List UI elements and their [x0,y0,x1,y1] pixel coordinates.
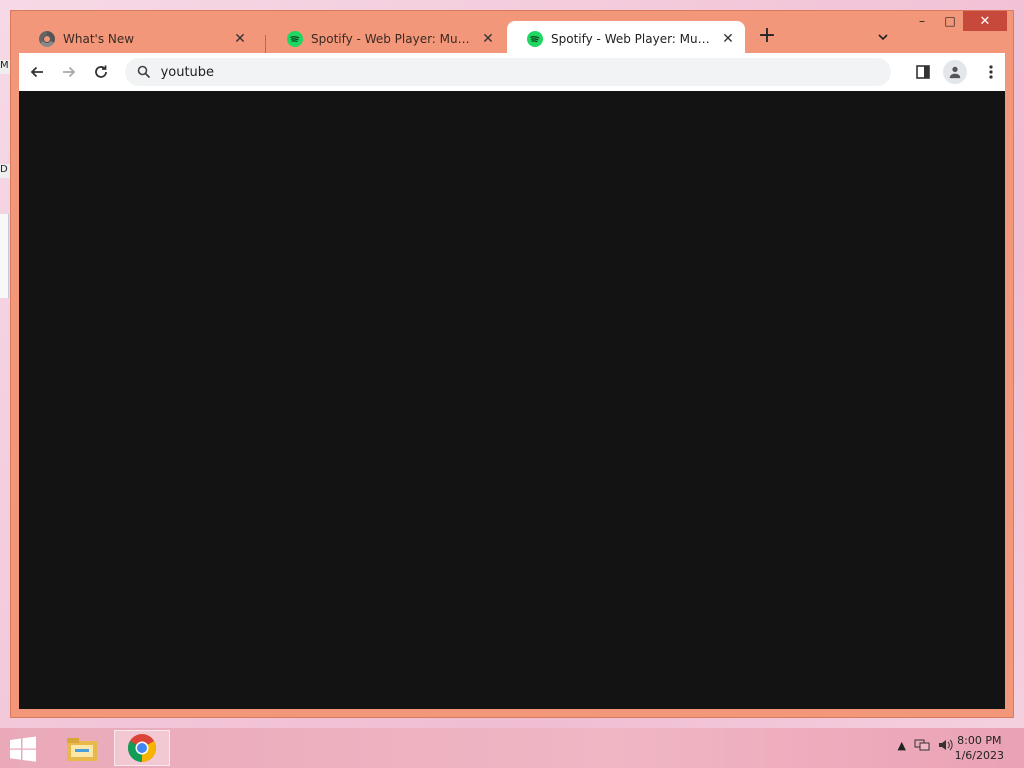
kebab-menu-icon [989,65,993,79]
system-tray: ▲ [898,738,954,752]
tab-title: Spotify - Web Player: Music for e [551,32,713,46]
new-tab-button[interactable]: + [755,25,779,49]
clock-time: 8:00 PM [957,734,1002,747]
tab-close-icon[interactable]: ✕ [479,30,497,48]
tab-title: What's New [63,32,135,46]
clock-date: 1/6/2023 [954,749,1004,762]
search-icon [137,65,150,79]
spotify-icon [287,31,303,47]
address-bar[interactable]: youtube [124,58,891,86]
volume-icon[interactable] [938,738,954,752]
profile-avatar-icon [949,66,961,79]
windows-logo-icon [10,736,36,762]
side-panel-icon [916,65,930,79]
minimize-button[interactable]: – [909,11,935,31]
browser-toolbar: youtube [19,53,1005,91]
tab-close-icon[interactable]: ✕ [231,30,249,48]
reload-icon [94,65,107,78]
tab-spotify-1[interactable]: Spotify - Web Player: Music for e ✕ [267,21,505,57]
side-panel-button[interactable] [909,58,937,86]
close-window-button[interactable]: ✕ [963,11,1007,31]
tab-close-icon[interactable]: ✕ [719,30,737,48]
file-explorer-icon [67,738,97,761]
chrome-icon [39,31,55,47]
taskbar-file-explorer[interactable] [54,730,110,766]
tab-title: Spotify - Web Player: Music for e [311,32,473,46]
tab-search-chevron-icon[interactable] [875,29,891,45]
taskbar-chrome[interactable] [114,730,170,766]
menu-button[interactable] [977,58,1005,86]
system-clock[interactable]: 8:00 PM 1/6/2023 [955,733,1004,763]
page-content-viewport[interactable] [19,91,1005,709]
forward-button[interactable] [55,58,83,86]
browser-window: What's New ✕ Spotify - Web Player: Music… [10,10,1014,718]
back-arrow-icon [30,66,43,78]
tab-whats-new[interactable]: What's New ✕ [19,21,257,57]
tab-spotify-2-active[interactable]: Spotify - Web Player: Music for e ✕ [507,21,745,57]
background-window-edge [0,214,9,298]
address-bar-text: youtube [160,64,215,80]
tray-expand-icon[interactable]: ▲ [898,739,906,752]
taskbar: ▲ 8:00 PM 1/6/2023 [0,728,1024,768]
forward-arrow-icon [62,66,76,78]
profile-button[interactable] [942,60,967,84]
start-button[interactable] [8,736,38,762]
network-icon[interactable] [914,738,930,752]
maximize-button[interactable]: □ [937,11,963,31]
chrome-icon [128,734,156,762]
reload-button[interactable] [87,58,115,86]
spotify-icon [527,31,543,47]
tab-separator [265,35,266,55]
back-button[interactable] [23,58,51,86]
